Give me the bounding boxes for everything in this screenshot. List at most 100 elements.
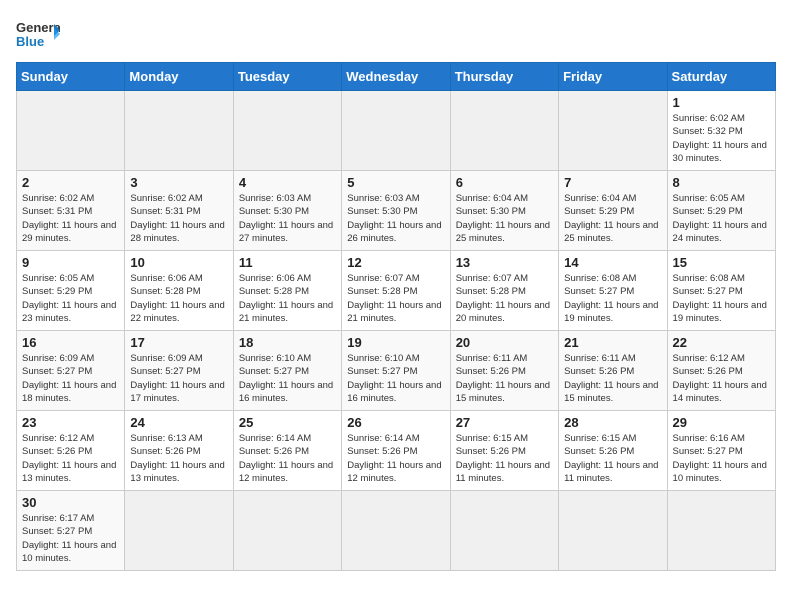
calendar-cell: 25 Sunrise: 6:14 AMSunset: 5:26 PMDayligh… [233,411,341,491]
cell-sun-info: Sunrise: 6:11 AMSunset: 5:26 PMDaylight:… [564,352,661,405]
calendar-cell: 26 Sunrise: 6:14 AMSunset: 5:26 PMDayligh… [342,411,450,491]
cell-sun-info: Sunrise: 6:08 AMSunset: 5:27 PMDaylight:… [564,272,661,325]
cell-sun-info: Sunrise: 6:04 AMSunset: 5:30 PMDaylight:… [456,192,553,245]
calendar-cell [125,491,233,571]
week-row-2: 2 Sunrise: 6:02 AMSunset: 5:31 PMDaylight… [17,171,776,251]
day-number: 15 [673,255,770,270]
day-number: 24 [130,415,227,430]
calendar-cell: 29 Sunrise: 6:16 AMSunset: 5:27 PMDayligh… [667,411,775,491]
week-row-1: 1 Sunrise: 6:02 AMSunset: 5:32 PMDaylight… [17,91,776,171]
calendar-cell: 6 Sunrise: 6:04 AMSunset: 5:30 PMDaylight… [450,171,558,251]
calendar-cell: 15 Sunrise: 6:08 AMSunset: 5:27 PMDayligh… [667,251,775,331]
calendar-cell: 28Sunrise: 6:15 AMSunset: 5:26 PMDayligh… [559,411,667,491]
cell-sun-info: Sunrise: 6:05 AMSunset: 5:29 PMDaylight:… [22,272,119,325]
cell-sun-info: Sunrise: 6:06 AMSunset: 5:28 PMDaylight:… [130,272,227,325]
day-number: 20 [456,335,553,350]
cell-sun-info: Sunrise: 6:16 AMSunset: 5:27 PMDaylight:… [673,432,770,485]
calendar-cell: 14 Sunrise: 6:08 AMSunset: 5:27 PMDayligh… [559,251,667,331]
day-number: 28 [564,415,661,430]
day-number: 18 [239,335,336,350]
calendar-cell [559,91,667,171]
calendar-cell: 4Sunrise: 6:03 AMSunset: 5:30 PMDaylight… [233,171,341,251]
week-row-6: 30Sunrise: 6:17 AMSunset: 5:27 PMDayligh… [17,491,776,571]
calendar-cell [233,91,341,171]
cell-sun-info: Sunrise: 6:11 AMSunset: 5:26 PMDaylight:… [456,352,553,405]
weekday-header-friday: Friday [559,63,667,91]
calendar-cell: 2 Sunrise: 6:02 AMSunset: 5:31 PMDaylight… [17,171,125,251]
logo-icon: General Blue [16,16,60,52]
day-number: 23 [22,415,119,430]
calendar-cell: 27Sunrise: 6:15 AMSunset: 5:26 PMDayligh… [450,411,558,491]
calendar-cell: 20 Sunrise: 6:11 AMSunset: 5:26 PMDayligh… [450,331,558,411]
calendar-body: 1 Sunrise: 6:02 AMSunset: 5:32 PMDaylight… [17,91,776,571]
page-header: General Blue [16,16,776,52]
day-number: 13 [456,255,553,270]
day-number: 2 [22,175,119,190]
calendar-cell: 3 Sunrise: 6:02 AMSunset: 5:31 PMDaylight… [125,171,233,251]
day-number: 29 [673,415,770,430]
calendar-cell [233,491,341,571]
day-number: 8 [673,175,770,190]
day-number: 11 [239,255,336,270]
cell-sun-info: Sunrise: 6:02 AMSunset: 5:31 PMDaylight:… [130,192,227,245]
calendar-cell: 24 Sunrise: 6:13 AMSunset: 5:26 PMDayligh… [125,411,233,491]
cell-sun-info: Sunrise: 6:14 AMSunset: 5:26 PMDaylight:… [347,432,444,485]
day-number: 1 [673,95,770,110]
calendar-cell: 22 Sunrise: 6:12 AMSunset: 5:26 PMDayligh… [667,331,775,411]
cell-sun-info: Sunrise: 6:06 AMSunset: 5:28 PMDaylight:… [239,272,336,325]
calendar-cell [559,491,667,571]
day-number: 21 [564,335,661,350]
day-number: 10 [130,255,227,270]
cell-sun-info: Sunrise: 6:07 AMSunset: 5:28 PMDaylight:… [347,272,444,325]
day-number: 6 [456,175,553,190]
day-number: 22 [673,335,770,350]
cell-sun-info: Sunrise: 6:02 AMSunset: 5:31 PMDaylight:… [22,192,119,245]
day-number: 25 [239,415,336,430]
day-number: 4 [239,175,336,190]
calendar-cell: 9 Sunrise: 6:05 AMSunset: 5:29 PMDaylight… [17,251,125,331]
cell-sun-info: Sunrise: 6:12 AMSunset: 5:26 PMDaylight:… [673,352,770,405]
cell-sun-info: Sunrise: 6:15 AMSunset: 5:26 PMDaylight:… [456,432,553,485]
day-number: 5 [347,175,444,190]
cell-sun-info: Sunrise: 6:05 AMSunset: 5:29 PMDaylight:… [673,192,770,245]
week-row-5: 23Sunrise: 6:12 AMSunset: 5:26 PMDayligh… [17,411,776,491]
weekday-header-thursday: Thursday [450,63,558,91]
calendar-cell: 11 Sunrise: 6:06 AMSunset: 5:28 PMDayligh… [233,251,341,331]
day-number: 9 [22,255,119,270]
calendar-cell: 12Sunrise: 6:07 AMSunset: 5:28 PMDayligh… [342,251,450,331]
day-number: 3 [130,175,227,190]
week-row-4: 16 Sunrise: 6:09 AMSunset: 5:27 PMDayligh… [17,331,776,411]
cell-sun-info: Sunrise: 6:02 AMSunset: 5:32 PMDaylight:… [673,112,770,165]
calendar-cell: 8 Sunrise: 6:05 AMSunset: 5:29 PMDaylight… [667,171,775,251]
weekday-header-saturday: Saturday [667,63,775,91]
cell-sun-info: Sunrise: 6:04 AMSunset: 5:29 PMDaylight:… [564,192,661,245]
cell-sun-info: Sunrise: 6:14 AMSunset: 5:26 PMDaylight:… [239,432,336,485]
weekday-header-row: SundayMondayTuesdayWednesdayThursdayFrid… [17,63,776,91]
day-number: 19 [347,335,444,350]
svg-text:General: General [16,20,60,35]
weekday-header-monday: Monday [125,63,233,91]
calendar-cell: 1 Sunrise: 6:02 AMSunset: 5:32 PMDaylight… [667,91,775,171]
cell-sun-info: Sunrise: 6:07 AMSunset: 5:28 PMDaylight:… [456,272,553,325]
day-number: 16 [22,335,119,350]
cell-sun-info: Sunrise: 6:17 AMSunset: 5:27 PMDaylight:… [22,512,119,565]
calendar-cell [17,91,125,171]
day-number: 26 [347,415,444,430]
logo: General Blue [16,16,60,52]
calendar-cell: 16 Sunrise: 6:09 AMSunset: 5:27 PMDayligh… [17,331,125,411]
cell-sun-info: Sunrise: 6:08 AMSunset: 5:27 PMDaylight:… [673,272,770,325]
calendar-cell [342,491,450,571]
cell-sun-info: Sunrise: 6:03 AMSunset: 5:30 PMDaylight:… [347,192,444,245]
calendar-cell [125,91,233,171]
cell-sun-info: Sunrise: 6:09 AMSunset: 5:27 PMDaylight:… [130,352,227,405]
calendar-header: SundayMondayTuesdayWednesdayThursdayFrid… [17,63,776,91]
calendar-cell: 7Sunrise: 6:04 AMSunset: 5:29 PMDaylight… [559,171,667,251]
cell-sun-info: Sunrise: 6:13 AMSunset: 5:26 PMDaylight:… [130,432,227,485]
weekday-header-sunday: Sunday [17,63,125,91]
weekday-header-wednesday: Wednesday [342,63,450,91]
calendar-table: SundayMondayTuesdayWednesdayThursdayFrid… [16,62,776,571]
calendar-cell: 21 Sunrise: 6:11 AMSunset: 5:26 PMDayligh… [559,331,667,411]
weekday-header-tuesday: Tuesday [233,63,341,91]
cell-sun-info: Sunrise: 6:09 AMSunset: 5:27 PMDaylight:… [22,352,119,405]
day-number: 14 [564,255,661,270]
